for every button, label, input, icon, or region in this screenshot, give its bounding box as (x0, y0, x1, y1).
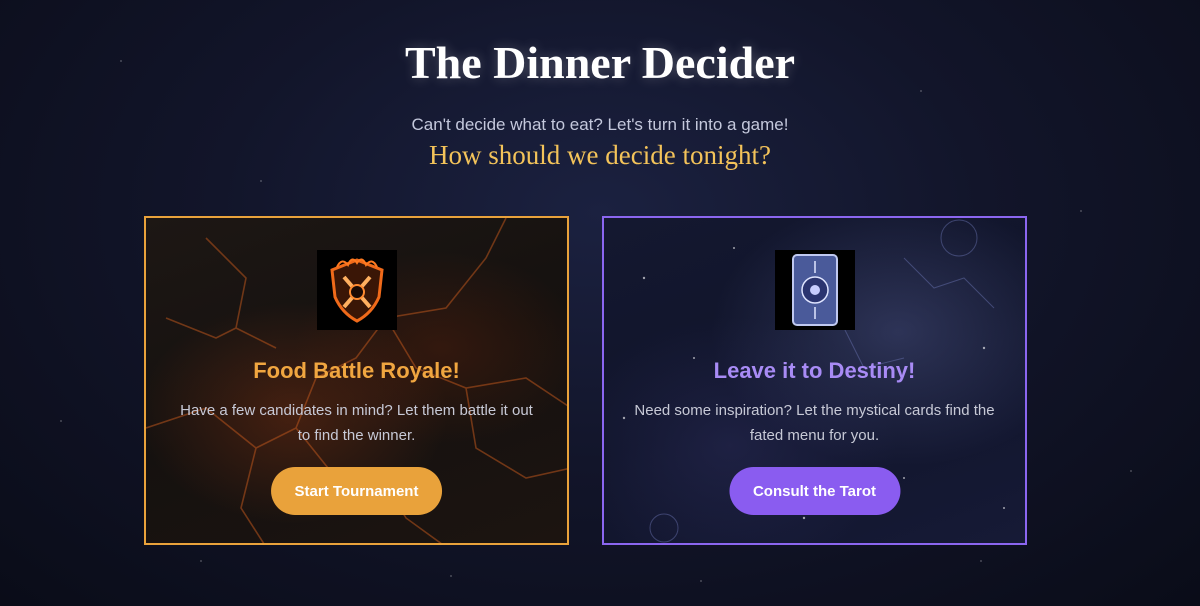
destiny-card-title: Leave it to Destiny! (713, 358, 916, 383)
destiny-card[interactable]: Leave it to Destiny! Need some inspirati… (602, 216, 1027, 545)
decide-question: How should we decide tonight? (429, 140, 771, 170)
battle-royale-card[interactable]: Food Battle Royale! Have a few candidate… (144, 216, 569, 545)
consult-tarot-button[interactable]: Consult the Tarot (728, 467, 901, 515)
flaming-shield-icon (316, 250, 397, 330)
page-subtitle: Can't decide what to eat? Let's turn it … (411, 115, 789, 134)
destiny-card-description: Need some inspiration? Let the mystical … (634, 402, 995, 444)
start-tournament-button[interactable]: Start Tournament (270, 467, 443, 515)
tarot-card-icon (774, 250, 855, 330)
battle-card-title: Food Battle Royale! (253, 358, 460, 383)
battle-card-description: Have a few candidates in mind? Let them … (180, 402, 533, 444)
page-title: The Dinner Decider (404, 37, 796, 88)
